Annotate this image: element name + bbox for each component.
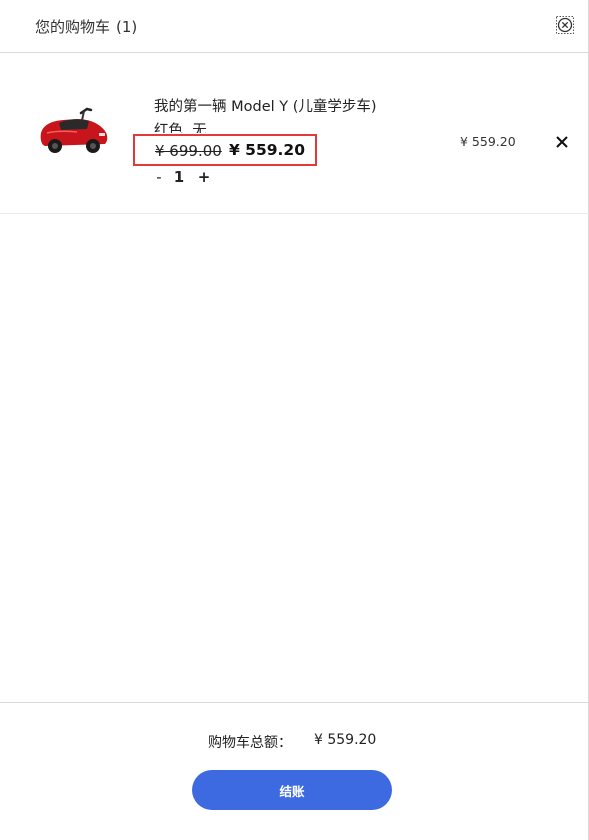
product-name[interactable]: 我的第一辆 Model Y (儿童学步车): [154, 95, 377, 116]
decrease-quantity-button[interactable]: -: [152, 168, 166, 186]
quantity-stepper: - 1 +: [150, 168, 220, 190]
cart-item: 我的第一辆 Model Y (儿童学步车) 红色, 无 ¥ 699.00 ¥ 5…: [0, 53, 589, 214]
cart-footer: 购物车总额： ¥ 559.20 结账: [0, 702, 589, 840]
quantity-value: 1: [173, 168, 185, 186]
increase-quantity-button[interactable]: +: [197, 168, 211, 186]
sale-price: ¥ 559.20: [229, 141, 305, 159]
cart-panel: 您的购物车 (1) 我的第一辆 Model Y (儿童学步车) 红色, 无 ¥ …: [0, 0, 589, 840]
red-kids-car-image: [40, 107, 108, 153]
cart-title: 您的购物车 (1): [35, 16, 137, 37]
line-total: ¥ 559.20: [460, 134, 516, 149]
close-circle-icon[interactable]: [556, 16, 574, 34]
cart-total-value: ¥ 559.20: [314, 732, 377, 748]
product-variant: 红色, 无: [154, 123, 207, 133]
product-thumbnail[interactable]: [37, 103, 111, 161]
checkout-button[interactable]: 结账: [192, 770, 392, 810]
cart-header: 您的购物车 (1): [0, 0, 589, 53]
cart-count: (1): [116, 18, 138, 36]
price-highlight-box: ¥ 699.00 ¥ 559.20: [133, 134, 317, 166]
close-icon[interactable]: [555, 134, 569, 148]
original-price: ¥ 699.00: [155, 142, 222, 160]
cart-title-text: 您的购物车: [35, 18, 111, 36]
cart-total-label: 购物车总额：: [208, 735, 292, 751]
